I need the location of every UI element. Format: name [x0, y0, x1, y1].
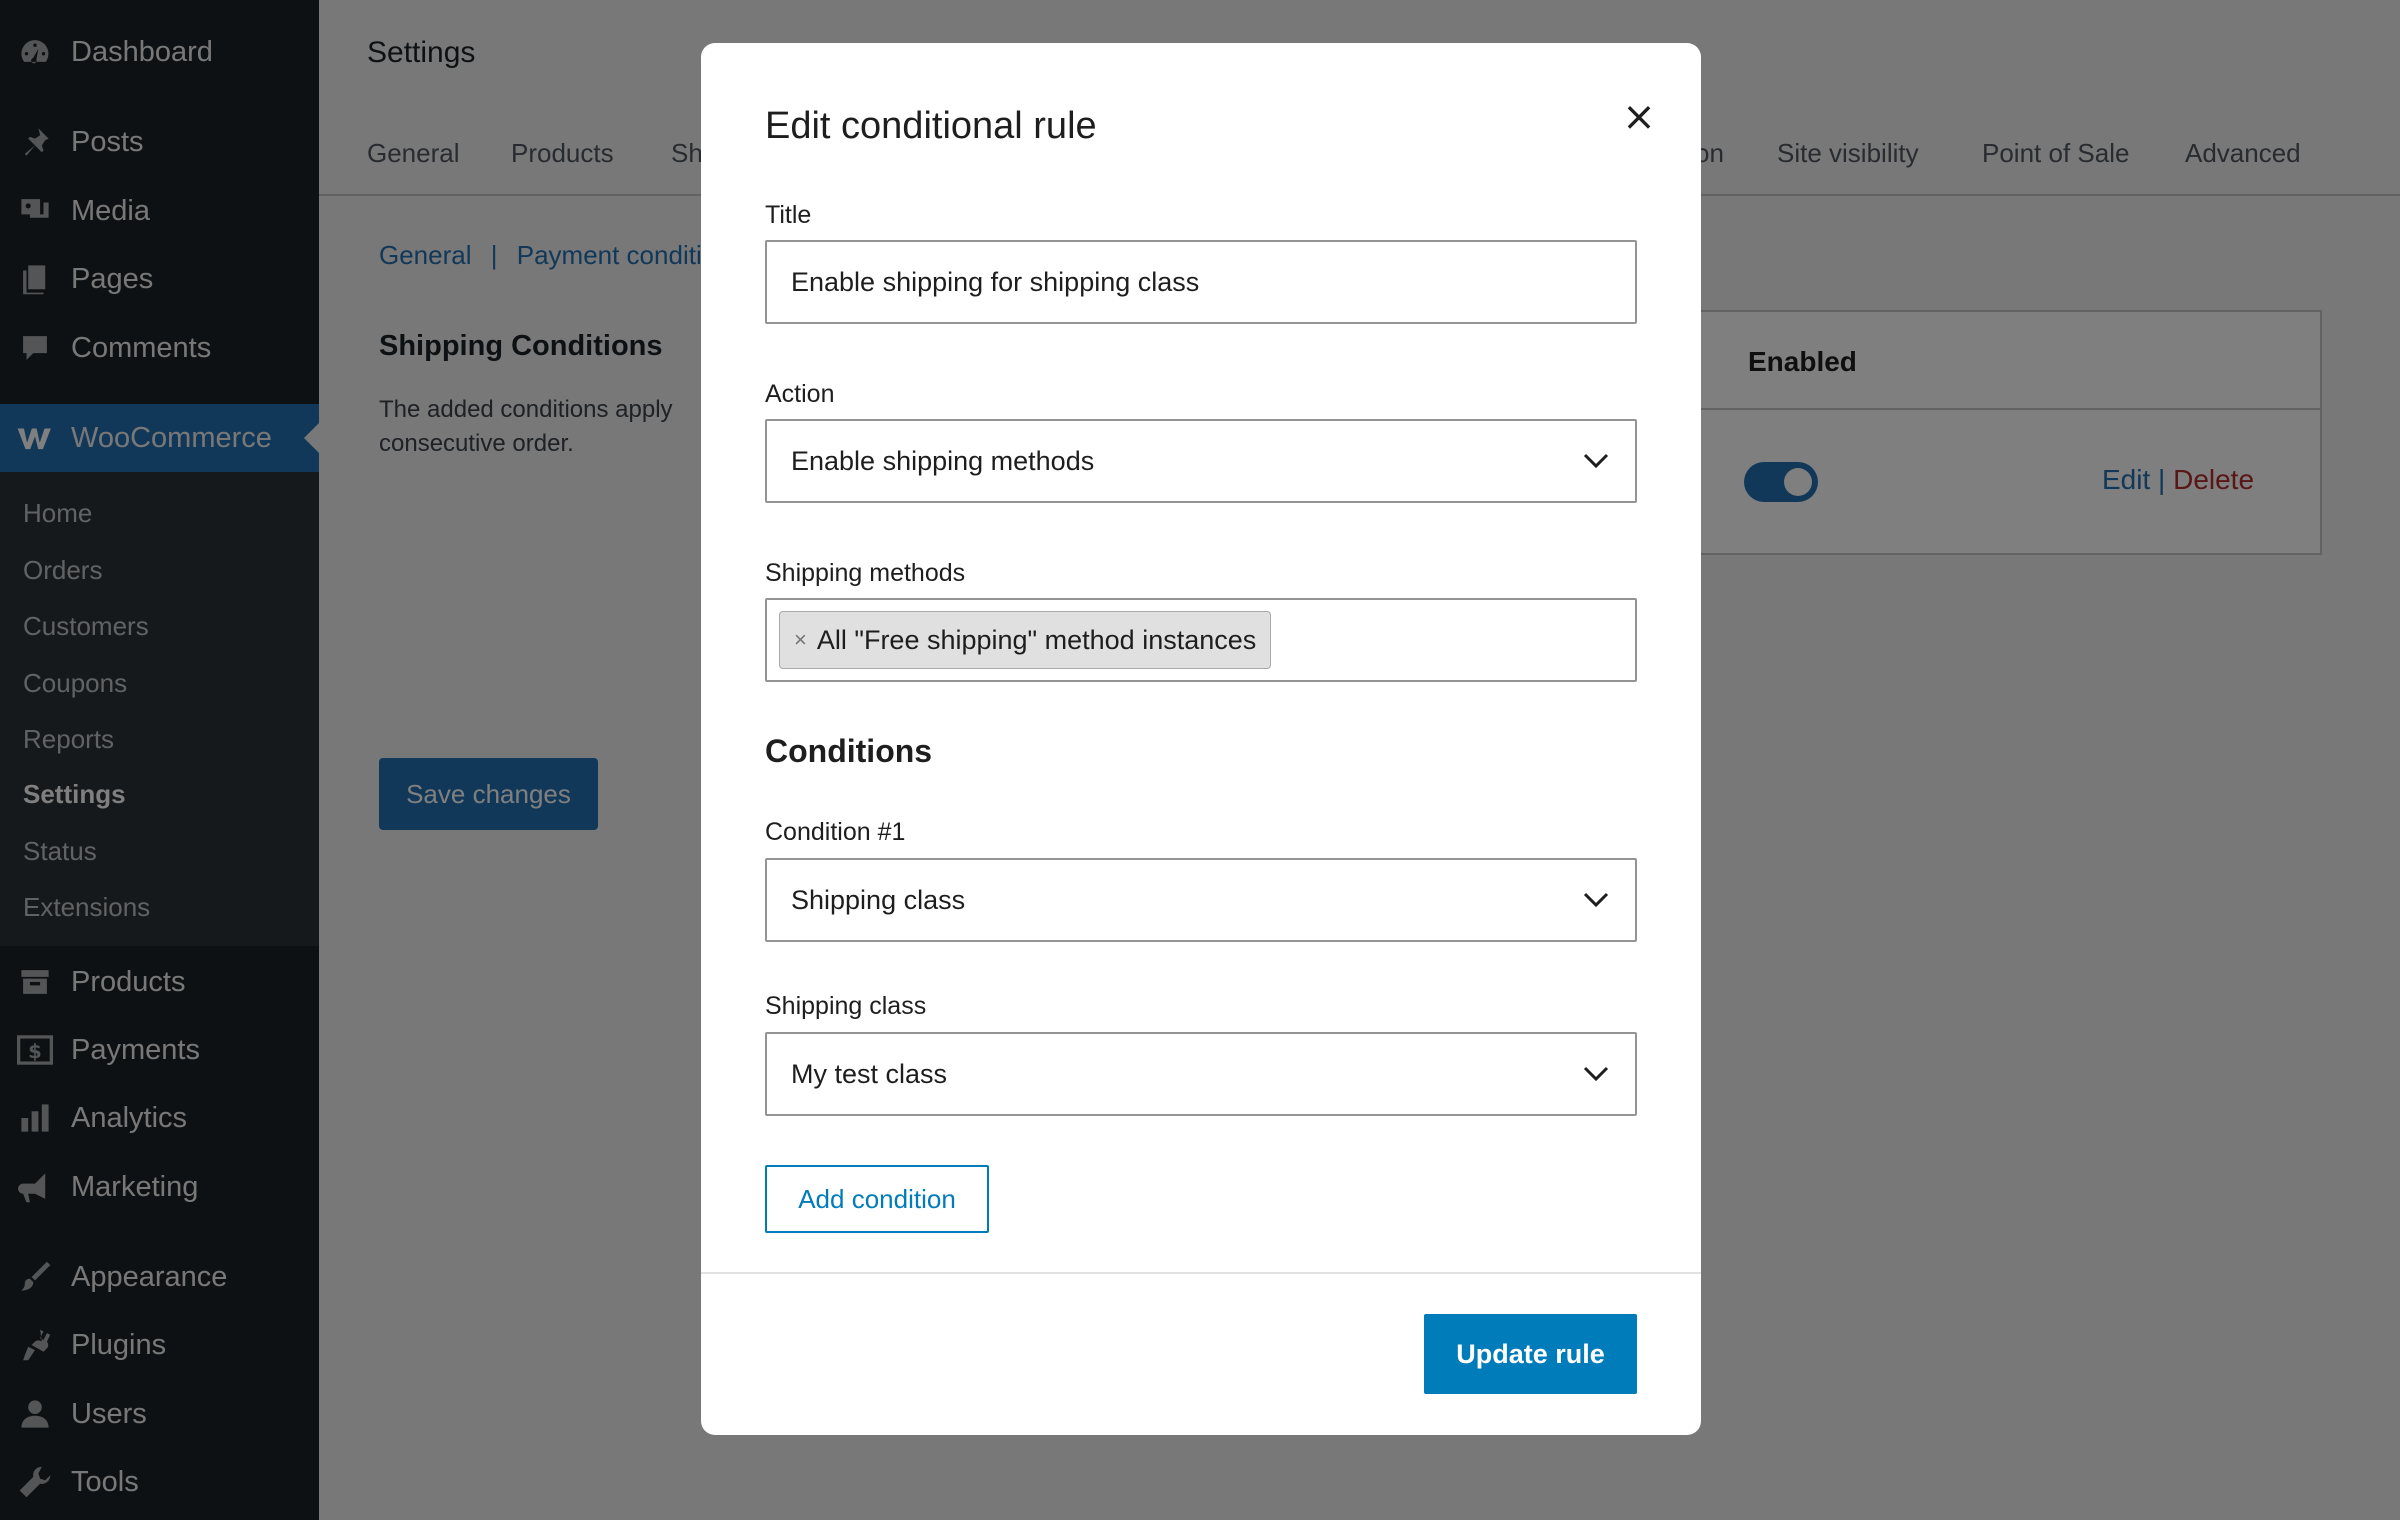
shipping-methods-multiselect[interactable]: × All "Free shipping" method instances	[765, 598, 1637, 682]
tag-remove-icon[interactable]: ×	[794, 627, 807, 653]
shipping-class-label: Shipping class	[765, 992, 927, 1020]
close-icon[interactable]: ×	[1617, 95, 1661, 139]
update-rule-button[interactable]: Update rule	[1424, 1314, 1637, 1394]
modal-title: Edit conditional rule	[765, 105, 1097, 147]
shipping-methods-label: Shipping methods	[765, 559, 966, 587]
shipping-class-select[interactable]: My test class	[765, 1032, 1637, 1116]
chevron-down-icon	[1583, 453, 1609, 469]
title-input[interactable]: Enable shipping for shipping class	[765, 240, 1637, 324]
condition-1-label: Condition #1	[765, 818, 906, 846]
conditions-heading: Conditions	[765, 733, 933, 769]
action-select-value: Enable shipping methods	[791, 445, 1095, 476]
condition-1-value: Shipping class	[791, 884, 966, 915]
title-label: Title	[765, 201, 812, 229]
action-label: Action	[765, 380, 835, 408]
action-select[interactable]: Enable shipping methods	[765, 419, 1637, 503]
shipping-class-value: My test class	[791, 1058, 948, 1089]
chevron-down-icon	[1583, 1066, 1609, 1082]
condition-1-select[interactable]: Shipping class	[765, 858, 1637, 942]
method-tag: × All "Free shipping" method instances	[779, 611, 1272, 669]
method-tag-label: All "Free shipping" method instances	[816, 624, 1257, 655]
chevron-down-icon	[1583, 892, 1609, 908]
title-input-value: Enable shipping for shipping class	[791, 266, 1200, 297]
edit-rule-modal: Edit conditional rule × Title Enable shi…	[701, 43, 1701, 1435]
add-condition-button[interactable]: Add condition	[765, 1165, 989, 1233]
